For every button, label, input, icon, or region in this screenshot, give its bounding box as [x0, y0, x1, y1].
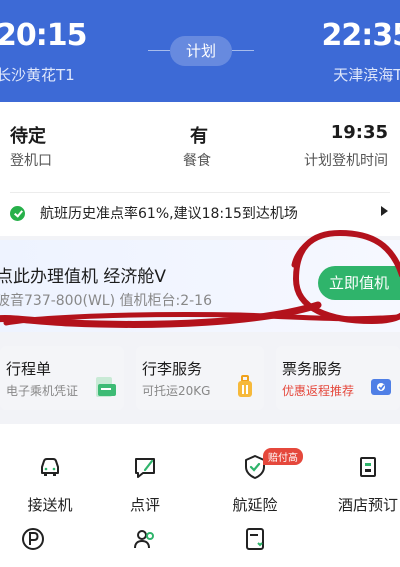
grid-item-parking[interactable]: [0, 524, 83, 566]
flight-header: 20:15 长沙黄花T1 计划 22:35 天津滨海T2: [0, 0, 400, 102]
departure-airport: 长沙黄花T1: [0, 66, 75, 84]
grid-item-hotel[interactable]: 酒店预订: [318, 452, 400, 515]
checkin-title: 点此办理值机 经济舱V: [0, 267, 167, 287]
luggage-icon: [238, 375, 252, 397]
chevron-right-icon: [381, 206, 388, 216]
route-line-left: [148, 50, 170, 51]
ontime-notice-text: 航班历史准点率61%,建议18:15到达机场: [40, 206, 298, 222]
boarding-time-value: 19:35: [330, 122, 388, 143]
group-icon: [134, 530, 154, 549]
check-icon: [10, 206, 25, 221]
grid-item-note[interactable]: [205, 524, 305, 566]
checkin-card[interactable]: 点此办理值机 经济舱V 波音737-800(WL) 值机柜台:2-16 立即值机: [0, 240, 400, 332]
grid-item-transfer[interactable]: 接送机: [0, 452, 100, 515]
hotel-icon: [360, 457, 376, 477]
grid-label: 航延险: [232, 496, 278, 514]
gate-label: 登机口: [10, 153, 52, 169]
arrival-time: 22:35: [321, 18, 400, 53]
note-icon: [246, 528, 264, 550]
meal-label: 餐食: [183, 153, 211, 169]
receipt-icon: [96, 377, 116, 397]
meal-value: 有: [190, 126, 208, 147]
ticket-icon: [371, 379, 391, 395]
boarding-time-label: 计划登机时间: [304, 153, 388, 169]
flight-info-card: 待定 登机口 有 餐食 19:35 计划登机时间 航班历史准点率61%,建议18…: [0, 102, 400, 236]
route-line-right: [232, 50, 254, 51]
quick-service-grid: 接送机 点评 赔付高 航延险 酒店预订: [0, 424, 400, 567]
checkin-button[interactable]: 立即值机: [318, 266, 400, 300]
divider: [10, 192, 390, 193]
grid-label: 酒店预订: [337, 496, 398, 514]
departure-time: 20:15: [0, 18, 87, 53]
service-subtitle: 优惠返程推荐: [282, 384, 355, 398]
checkin-subtitle: 波音737-800(WL) 值机柜台:2-16: [0, 293, 213, 309]
service-baggage[interactable]: 行李服务 可托运20KG: [136, 346, 264, 410]
grid-item-review[interactable]: 点评: [95, 452, 195, 515]
service-title: 票务服务: [282, 360, 343, 378]
service-subtitle: 可托运20KG: [142, 384, 211, 398]
service-ticketing[interactable]: 票务服务 优惠返程推荐: [276, 346, 400, 410]
review-icon: [135, 458, 155, 478]
service-subtitle: 电子乘机凭证: [6, 384, 79, 398]
grid-item-group[interactable]: [95, 524, 195, 566]
gate-value: 待定: [10, 126, 46, 147]
grid-label: 接送机: [27, 496, 73, 514]
flight-status-pill: 计划: [170, 36, 232, 66]
service-title: 行程单: [6, 360, 52, 378]
service-itinerary[interactable]: 行程单 电子乘机凭证: [0, 346, 124, 410]
promo-badge: 赔付高: [263, 448, 303, 465]
grid-label: 点评: [129, 496, 160, 514]
parking-icon: [22, 528, 44, 550]
car-icon: [41, 458, 59, 476]
service-title: 行李服务: [142, 360, 203, 378]
arrival-airport: 天津滨海T2: [333, 66, 400, 84]
grid-item-delay-insurance[interactable]: 赔付高 航延险: [205, 448, 305, 515]
